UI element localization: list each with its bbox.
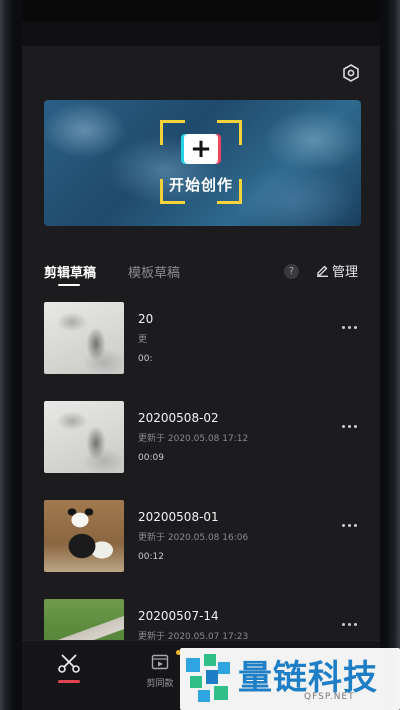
draft-duration: 00:09 (138, 453, 164, 463)
watermark-logo-icon (186, 654, 230, 702)
settings-button[interactable] (340, 62, 362, 84)
phone-frame: + 开始创作 剪辑草稿 模板草稿 ? 管理 20 更 00: 20200508-… (0, 0, 400, 710)
nav-edit-button[interactable] (56, 653, 82, 673)
frame-corner (160, 120, 185, 145)
draft-title: 20200507-14 (138, 609, 219, 623)
top-band (22, 22, 380, 46)
draft-title: 20200508-02 (138, 411, 219, 425)
more-options-icon[interactable] (342, 524, 362, 530)
draft-duration: 00:12 (138, 552, 164, 562)
plus-icon: + (184, 134, 218, 164)
watermark-subtext: QFSP.NET (304, 692, 355, 702)
draft-item[interactable]: 20200508-01 更新于 2020.05.08 16:06 00:12 (44, 500, 364, 572)
scissors-icon (58, 654, 80, 673)
nav-template-label: 剪同款 (146, 679, 174, 689)
draft-thumbnail (44, 500, 124, 572)
manage-label: 管理 (332, 264, 359, 280)
more-options-icon[interactable] (342, 425, 362, 431)
more-options-icon[interactable] (342, 623, 362, 629)
help-icon[interactable]: ? (284, 264, 299, 279)
nav-template-button[interactable]: 剪同款 (140, 649, 180, 693)
manage-button[interactable]: 管理 (316, 261, 359, 280)
settings-icon (343, 64, 359, 82)
more-options-icon[interactable] (342, 326, 362, 332)
draft-title: 20200508-01 (138, 510, 219, 524)
draft-updated-time: 更 (138, 335, 148, 345)
app-screen: + 开始创作 剪辑草稿 模板草稿 ? 管理 20 更 00: 20200508-… (22, 0, 380, 710)
draft-item[interactable]: 20 更 00: (44, 302, 364, 374)
draft-duration: 00: (138, 354, 153, 364)
tab-template-drafts[interactable]: 模板草稿 (128, 262, 180, 281)
active-tab-indicator (58, 284, 80, 286)
film-play-icon (151, 654, 169, 670)
draft-updated-time: 更新于 2020.05.08 16:06 (138, 533, 249, 543)
start-creation-button[interactable]: + 开始创作 (160, 120, 242, 204)
start-creation-label: 开始创作 (168, 176, 233, 194)
nav-active-indicator (58, 680, 80, 683)
draft-thumbnail (44, 302, 124, 374)
frame-corner (217, 120, 242, 145)
pencil-icon (317, 265, 328, 277)
draft-thumbnail (44, 401, 124, 473)
tab-edit-drafts[interactable]: 剪辑草稿 (44, 262, 96, 281)
draft-updated-time: 更新于 2020.05.08 17:12 (138, 434, 249, 444)
draft-title: 20 (138, 312, 154, 326)
status-bar (22, 0, 380, 22)
watermark: 量链科技 QFSP.NET (180, 648, 400, 710)
start-creation-banner[interactable]: + 开始创作 (44, 100, 361, 226)
draft-item[interactable]: 20200508-02 更新于 2020.05.08 17:12 00:09 (44, 401, 364, 473)
